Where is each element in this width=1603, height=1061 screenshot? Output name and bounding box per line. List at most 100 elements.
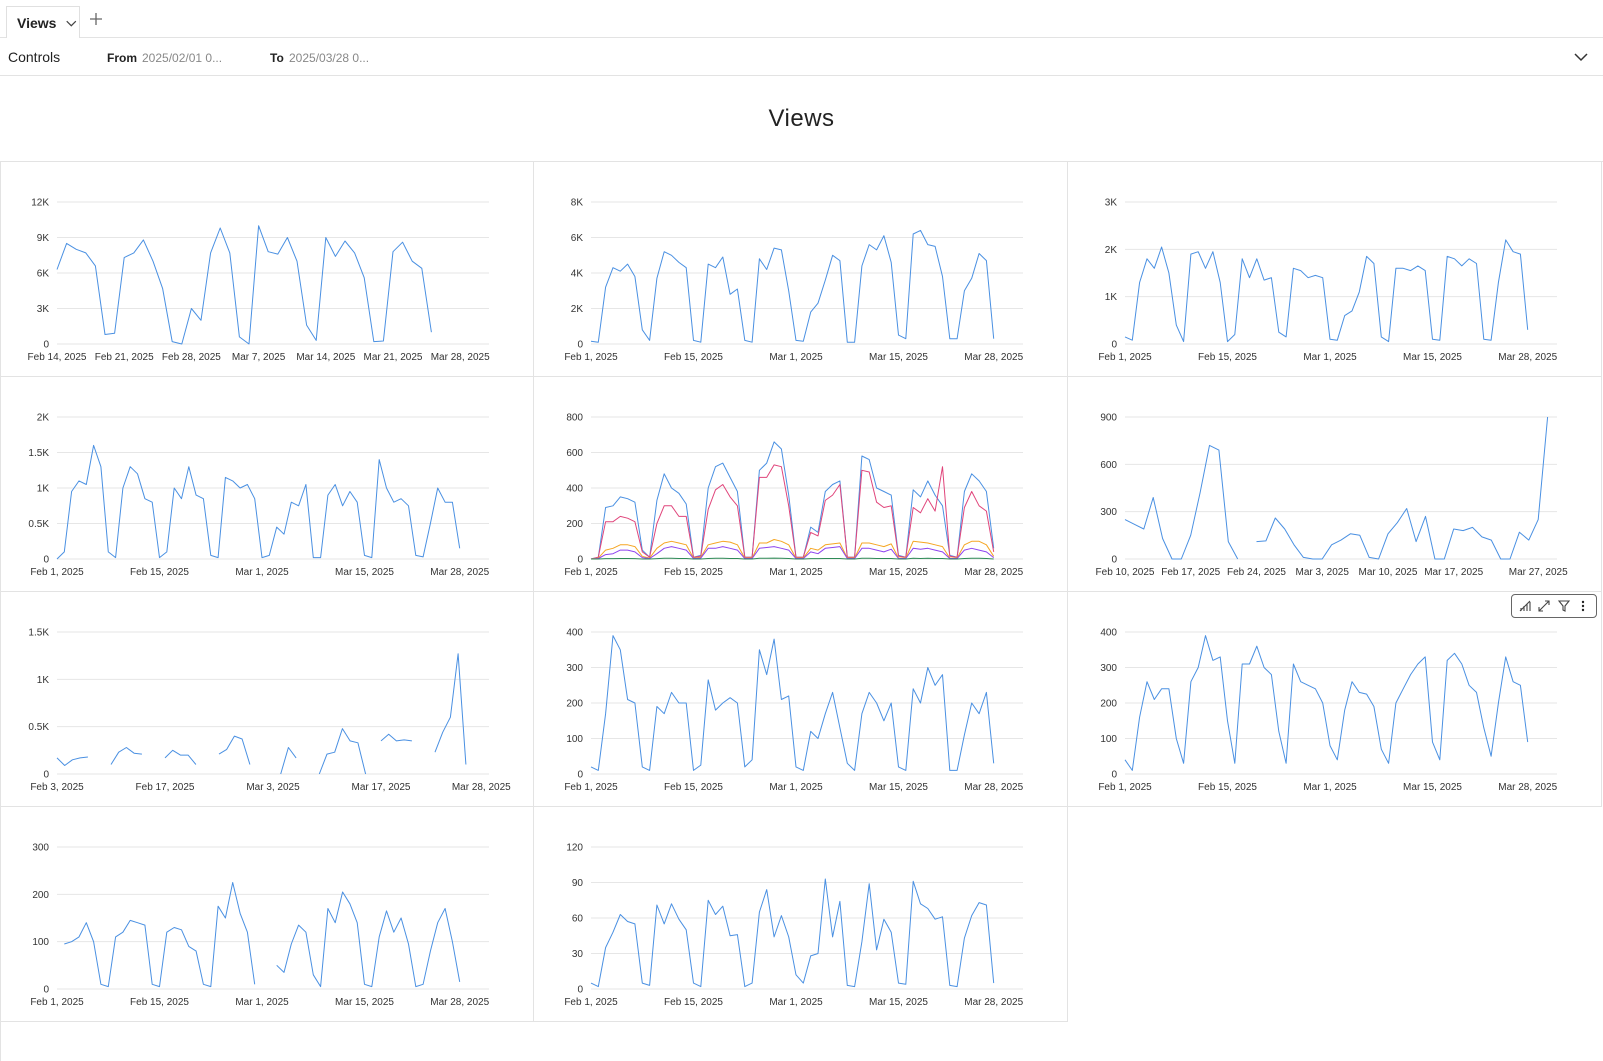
x-tick-label: Mar 15, 2025: [869, 997, 928, 1008]
x-tick-label: Mar 17, 2025: [1424, 567, 1483, 578]
x-tick-label: Feb 15, 2025: [664, 782, 723, 793]
from-date-field[interactable]: 2025/02/01 0...: [142, 51, 222, 65]
x-tick-label: Mar 15, 2025: [869, 352, 928, 363]
x-tick-label: Mar 3, 2025: [246, 782, 300, 793]
x-tick-label: Mar 28, 2025: [964, 352, 1023, 363]
series-line: [318, 728, 367, 775]
series-line: [591, 557, 994, 560]
y-tick-label: 0: [577, 770, 583, 781]
x-tick-label: Mar 28, 2025: [964, 567, 1023, 578]
x-tick-label: Mar 1, 2025: [235, 567, 289, 578]
series-line: [1124, 444, 1239, 560]
series-line: [110, 747, 142, 765]
series-line: [56, 444, 461, 560]
expand-icon[interactable]: [1537, 599, 1551, 613]
y-tick-label: 9K: [37, 233, 50, 244]
tab-views[interactable]: Views: [6, 6, 80, 38]
x-tick-label: Feb 15, 2025: [130, 997, 189, 1008]
x-tick-label: Mar 1, 2025: [769, 997, 823, 1008]
add-tab-icon[interactable]: [88, 11, 104, 27]
chart-card[interactable]: 0 30 60 90 120 Feb 1, 2025 Feb 15, 2025 Mar 1, …: [534, 807, 1068, 1022]
y-tick-label: 0: [43, 770, 49, 781]
chart-toolbar: [1511, 594, 1597, 618]
y-tick-label: 3K: [1105, 198, 1118, 209]
x-tick-label: Feb 21, 2025: [95, 352, 154, 363]
x-tick-label: Feb 1, 2025: [1098, 782, 1152, 793]
chart-card[interactable]: 0 1K 2K 3K Feb 1, 2025 Feb 15, 2025 Mar 1, 202…: [1068, 162, 1602, 377]
chart-settings-icon[interactable]: [1518, 599, 1532, 613]
x-tick-label: Mar 1, 2025: [769, 567, 823, 578]
chevron-down-icon[interactable]: [1573, 50, 1589, 64]
x-tick-label: Feb 15, 2025: [664, 352, 723, 363]
x-tick-label: Mar 15, 2025: [869, 567, 928, 578]
line-chart: 0 1K 2K 3K Feb 1, 2025 Feb 15, 2025 Mar 1, 202…: [1098, 198, 1557, 364]
x-tick-label: Mar 28, 2025: [452, 782, 511, 793]
y-tick-label: 400: [566, 628, 583, 639]
x-tick-label: Mar 17, 2025: [352, 782, 411, 793]
y-tick-label: 300: [566, 663, 583, 674]
chart-card[interactable]: 0 2K 4K 6K 8K Feb 1, 2025 Feb 15, 2025 Mar 1, 2…: [534, 162, 1068, 377]
chart-card[interactable]: 0 0.5K 1K 1.5K Feb 3, 2025 Feb 17, 2025 Mar 3,…: [0, 592, 534, 807]
tab-label: Views: [17, 14, 57, 31]
line-chart: 0 100 200 300 Feb 1, 2025 Feb 15, 2025 Mar 1, …: [30, 843, 489, 1009]
page-heading: Views: [0, 76, 1603, 162]
y-tick-label: 6K: [37, 269, 50, 280]
x-tick-label: Feb 15, 2025: [664, 567, 723, 578]
chart-card[interactable]: 0 300 600 900 Feb 10, 2025 Feb 17, 2025 Feb 24…: [1068, 377, 1602, 592]
x-tick-label: Mar 1, 2025: [1303, 782, 1357, 793]
series-line: [1256, 416, 1549, 560]
y-tick-label: 2K: [571, 304, 584, 315]
chart-card[interactable]: 0 3K 6K 9K 12K Feb 14, 2025 Feb 21, 2025 Feb 28…: [0, 162, 534, 377]
x-tick-label: Feb 1, 2025: [564, 352, 618, 363]
series-line: [56, 225, 432, 345]
x-tick-label: Mar 15, 2025: [869, 782, 928, 793]
chart-card[interactable]: 0 100 200 300 Feb 1, 2025 Feb 15, 2025 Mar 1, …: [0, 807, 534, 1022]
x-tick-label: Mar 3, 2025: [1296, 567, 1350, 578]
series-line: [434, 653, 467, 765]
chart-card[interactable]: 0 200 400 600 800 Feb 1, 2025 Feb 15, 2025 Mar …: [534, 377, 1068, 592]
chart-grid: 0 3K 6K 9K 12K Feb 14, 2025 Feb 21, 2025 Feb 28…: [0, 162, 1603, 1061]
line-chart: 0 100 200 300 400 Feb 1, 2025 Feb 15, 2025 Mar …: [564, 628, 1023, 794]
series-line: [64, 882, 256, 988]
to-date-field[interactable]: 2025/03/28 0...: [289, 51, 369, 65]
x-tick-label: Mar 1, 2025: [769, 782, 823, 793]
x-tick-label: Feb 28, 2025: [162, 352, 221, 363]
y-tick-label: 0: [43, 555, 49, 566]
x-tick-label: Feb 1, 2025: [30, 567, 84, 578]
y-tick-label: 0: [43, 985, 49, 996]
y-tick-label: 3K: [37, 304, 50, 315]
y-tick-label: 900: [1100, 413, 1117, 424]
x-tick-label: Mar 28, 2025: [1498, 352, 1557, 363]
y-tick-label: 8K: [571, 198, 584, 209]
filter-icon[interactable]: [1557, 599, 1571, 613]
x-tick-label: Mar 15, 2025: [335, 567, 394, 578]
chart-card[interactable]: 0 0.5K 1K 1.5K 2K Feb 1, 2025 Feb 15, 2025 Mar …: [0, 377, 534, 592]
x-tick-label: Feb 15, 2025: [664, 997, 723, 1008]
y-tick-label: 1K: [37, 675, 50, 686]
tab-bar: Views: [0, 0, 1603, 38]
chart-card[interactable]: 0 100 200 300 400 Feb 1, 2025 Feb 15, 2025 Mar …: [534, 592, 1068, 807]
y-tick-label: 100: [566, 734, 583, 745]
y-tick-label: 800: [566, 413, 583, 424]
line-chart: 0 200 400 600 800 Feb 1, 2025 Feb 15, 2025 Mar …: [564, 413, 1023, 579]
y-tick-label: 1.5K: [28, 628, 49, 639]
chevron-down-icon[interactable]: [64, 15, 79, 31]
y-tick-label: 2K: [1105, 245, 1118, 256]
x-tick-label: Feb 24, 2025: [1227, 567, 1286, 578]
series-line: [590, 878, 995, 988]
more-vertical-icon[interactable]: [1576, 599, 1590, 613]
x-tick-label: Feb 10, 2025: [1096, 567, 1155, 578]
series-line: [380, 733, 412, 742]
x-tick-label: Mar 28, 2025: [431, 352, 490, 363]
series-line: [280, 747, 297, 775]
x-tick-label: Feb 17, 2025: [1161, 567, 1220, 578]
y-tick-label: 100: [32, 937, 49, 948]
x-tick-label: Mar 15, 2025: [335, 997, 394, 1008]
y-tick-label: 0: [577, 340, 583, 351]
y-tick-label: 12K: [31, 198, 49, 209]
chart-card[interactable]: 0 100 200 300 400 Feb 1, 2025 Feb 15, 2025 Mar …: [1068, 592, 1602, 807]
x-tick-label: Mar 28, 2025: [964, 997, 1023, 1008]
x-tick-label: Feb 15, 2025: [130, 567, 189, 578]
y-tick-label: 0: [1111, 340, 1117, 351]
y-tick-label: 0: [577, 985, 583, 996]
